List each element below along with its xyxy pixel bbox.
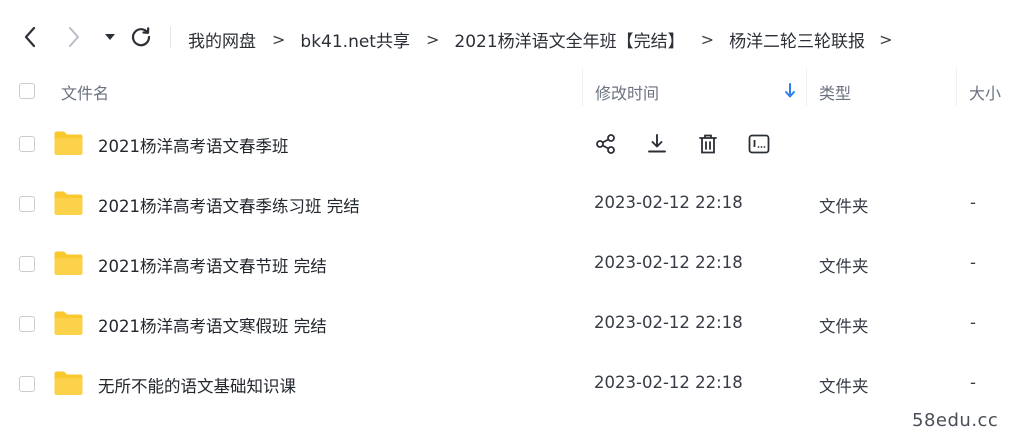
folder-icon: [54, 191, 83, 215]
back-button[interactable]: [16, 22, 44, 52]
file-size: -: [970, 313, 976, 332]
file-type: 文件夹: [819, 377, 869, 396]
breadcrumb-separator[interactable]: >: [879, 30, 892, 49]
file-name[interactable]: 2021杨洋高考语文春节班 完结: [98, 253, 327, 277]
breadcrumb-item-share[interactable]: bk41.net共享: [300, 27, 410, 52]
file-list-header: 文件名 修改时间 类型 大小: [0, 68, 1027, 106]
breadcrumb-separator: >: [425, 29, 440, 49]
file-size: -: [970, 373, 976, 392]
refresh-button[interactable]: [127, 22, 155, 52]
back-icon: [24, 26, 36, 48]
breadcrumb-item-home[interactable]: 我的网盘: [188, 27, 256, 52]
breadcrumb-item-current[interactable]: 杨洋二轮三轮联报: [729, 27, 865, 52]
download-icon: [648, 134, 666, 153]
file-name[interactable]: 2021杨洋高考语文寒假班 完结: [98, 313, 327, 337]
file-row[interactable]: 2021杨洋高考语文春季练习班 完结 2023-02-12 22:18 文件夹 …: [0, 176, 1027, 232]
nav-bar: 我的网盘 > bk41.net共享 > 2021杨洋语文全年班【完结】 > 杨洋…: [0, 0, 1027, 76]
file-row[interactable]: 无所不能的语文基础知识课 2023-02-12 22:18 文件夹 -: [0, 356, 1027, 412]
delete-button[interactable]: [696, 132, 720, 156]
file-modified: 2023-02-12 22:18: [594, 373, 743, 392]
folder-icon: [54, 251, 83, 275]
nav-divider: [170, 26, 171, 48]
row-actions: [594, 128, 798, 160]
dropdown-icon: [105, 34, 115, 40]
select-all-checkbox[interactable]: [19, 83, 35, 99]
column-name[interactable]: 文件名: [61, 80, 109, 104]
forward-icon: [69, 27, 79, 47]
delete-icon: [699, 134, 717, 154]
forward-button[interactable]: [60, 22, 88, 52]
column-type[interactable]: 类型: [819, 80, 851, 104]
file-size: -: [970, 193, 976, 212]
file-modified: 2023-02-12 22:18: [594, 253, 743, 272]
download-button[interactable]: [645, 132, 669, 156]
breadcrumb-separator: >: [272, 29, 286, 49]
file-name[interactable]: 无所不能的语文基础知识课: [98, 373, 296, 397]
row-checkbox[interactable]: [19, 316, 35, 332]
file-row[interactable]: 2021杨洋高考语文春季班: [0, 116, 1027, 172]
column-divider: [956, 68, 957, 106]
column-size[interactable]: 大小: [969, 80, 1001, 104]
share-icon: [596, 134, 615, 154]
row-checkbox[interactable]: [19, 136, 35, 152]
more-button[interactable]: [747, 132, 771, 156]
column-modified[interactable]: 修改时间: [595, 80, 659, 104]
folder-icon: [54, 371, 83, 395]
file-size: -: [970, 253, 976, 272]
breadcrumb-item-course[interactable]: 2021杨洋语文全年班【完结】: [454, 27, 684, 52]
row-checkbox[interactable]: [19, 196, 35, 212]
breadcrumb-separator: >: [700, 29, 715, 49]
refresh-icon: [131, 27, 151, 47]
file-name[interactable]: 2021杨洋高考语文春季班: [98, 133, 289, 157]
file-modified: 2023-02-12 22:18: [594, 193, 743, 212]
row-checkbox[interactable]: [19, 376, 35, 392]
column-divider: [806, 68, 807, 106]
sort-down-icon[interactable]: [784, 83, 796, 99]
file-type: 文件夹: [819, 317, 869, 336]
watermark: 58edu.cc: [912, 410, 999, 431]
breadcrumb: 我的网盘 > bk41.net共享 > 2021杨洋语文全年班【完结】 > 杨洋…: [188, 25, 907, 53]
folder-icon: [54, 131, 83, 155]
row-checkbox[interactable]: [19, 256, 35, 272]
folder-icon: [54, 311, 83, 335]
share-button[interactable]: [594, 132, 618, 156]
file-row[interactable]: 2021杨洋高考语文春节班 完结 2023-02-12 22:18 文件夹 -: [0, 236, 1027, 292]
file-modified: 2023-02-12 22:18: [594, 313, 743, 332]
file-row[interactable]: 2021杨洋高考语文寒假班 完结 2023-02-12 22:18 文件夹 -: [0, 296, 1027, 352]
history-dropdown-button[interactable]: [96, 22, 124, 52]
file-type: 文件夹: [819, 257, 869, 276]
file-type: 文件夹: [819, 197, 869, 216]
column-divider: [582, 68, 583, 106]
more-icon: [748, 134, 770, 154]
file-name[interactable]: 2021杨洋高考语文春季练习班 完结: [98, 193, 360, 217]
